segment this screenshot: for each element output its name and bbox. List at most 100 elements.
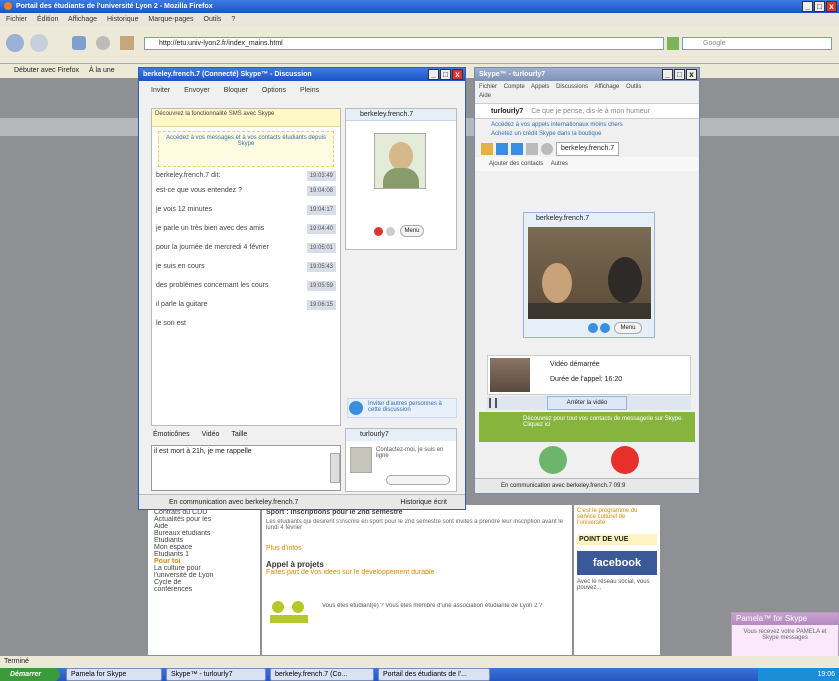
start-button[interactable]: Démarrer <box>0 668 60 681</box>
second-participant-menu[interactable] <box>386 475 450 485</box>
mail-icon[interactable] <box>481 143 493 155</box>
left-link[interactable]: Aide <box>154 523 254 530</box>
promo-text[interactable]: Accédez à vos messages et à vos contacts… <box>166 135 326 147</box>
video-settings-icon[interactable] <box>600 323 610 333</box>
left-link[interactable]: l'université de Lyon <box>154 572 254 579</box>
mood-text[interactable]: Ce que je pense, dis-le à mon humeur <box>531 108 650 115</box>
skype-menu-affichage[interactable]: Affichage <box>594 84 619 90</box>
bookmark-debuter[interactable]: Débuter avec Firefox <box>14 67 79 74</box>
clock: 19:06 <box>817 671 835 678</box>
home-icon[interactable] <box>120 36 134 50</box>
taskbar-item-skype[interactable]: Skype™ - turlourly7 <box>166 668 266 681</box>
video-record-icon[interactable] <box>588 323 598 333</box>
stop-video-button[interactable]: Arrêter la vidéo <box>547 396 627 410</box>
menu-outils[interactable]: Outils <box>204 16 222 23</box>
left-link[interactable]: Étudiants 1 <box>154 551 254 558</box>
left-link[interactable]: Contrats du CDD <box>154 509 254 516</box>
stop-icon[interactable] <box>96 36 110 50</box>
url-bar[interactable]: http://etu.univ-lyon2.fr/index_mains.htm… <box>144 37 664 50</box>
reload-icon[interactable] <box>72 36 86 50</box>
skype-menu-discussions[interactable]: Discussions <box>556 84 588 90</box>
user-name[interactable]: turlourly7 <box>491 108 523 115</box>
left-link[interactable]: Cycle de <box>154 579 254 586</box>
add-person-icon[interactable] <box>349 401 363 415</box>
contacts-icon[interactable] <box>496 143 508 155</box>
invite-button[interactable]: Inviter <box>151 81 170 101</box>
menu-affichage[interactable]: Affichage <box>68 16 97 23</box>
skype-menu-outils[interactable]: Outils <box>626 84 641 90</box>
active-tab[interactable]: berkeley.french.7 <box>556 142 620 156</box>
link-text[interactable]: Accédez à vos appels internationaux moin… <box>491 122 623 128</box>
history-link[interactable]: Historique écrit <box>400 495 447 510</box>
fullscreen-button[interactable]: Pleins <box>300 81 319 101</box>
font-size-button[interactable]: Taille <box>231 431 247 443</box>
maximize-icon[interactable]: □ <box>674 69 685 80</box>
close-icon[interactable]: x <box>686 69 697 80</box>
menu-fichier[interactable]: Fichier <box>6 16 27 23</box>
back-icon[interactable] <box>6 34 24 52</box>
menu-aide[interactable]: ? <box>231 16 235 23</box>
forward-icon[interactable] <box>30 34 48 52</box>
minimize-icon[interactable]: _ <box>428 69 439 80</box>
minimize-icon[interactable]: _ <box>662 69 673 80</box>
send-button[interactable]: Envoyer <box>184 81 210 101</box>
chat-time: 19:04:40 <box>306 224 336 234</box>
answer-call-icon[interactable] <box>539 446 567 474</box>
more-button[interactable]: Autres <box>551 161 568 167</box>
emoticons-button[interactable]: Émoticônes <box>153 431 190 443</box>
skype-menu-appels[interactable]: Appels <box>531 84 549 90</box>
start-label: Démarrer <box>10 671 42 678</box>
message-input[interactable]: il est mort à 21h, je me rappelle <box>151 445 341 491</box>
maximize-icon[interactable]: □ <box>440 69 451 80</box>
menu-edition[interactable]: Édition <box>37 16 58 23</box>
notice-text[interactable]: Découvrez la fonctionnalité SMS avec Sky… <box>155 111 274 117</box>
clock-icon[interactable] <box>541 143 553 155</box>
left-link[interactable]: Actualités pour les <box>154 516 254 523</box>
search-input[interactable]: Google <box>682 37 832 50</box>
skype-menu-fichier[interactable]: Fichier <box>479 84 497 90</box>
message-list: 19:03:49 berkeley.french.7 dit: 19:04:08 e… <box>152 171 340 329</box>
participant-menu-button[interactable]: Menu <box>400 225 424 237</box>
mute-icon[interactable] <box>386 227 395 236</box>
options-button[interactable]: Options <box>262 81 286 101</box>
block-button[interactable]: Bloquer <box>224 81 248 101</box>
left-link[interactable]: Étudiants <box>154 537 254 544</box>
skype-menu-aide[interactable]: Aide <box>479 93 491 99</box>
more-info-link[interactable]: Plus d'infos <box>266 545 568 552</box>
phone-icon[interactable] <box>511 143 523 155</box>
minimize-icon[interactable]: _ <box>802 1 813 12</box>
pause-icon[interactable] <box>489 398 497 408</box>
taskbar-item-firefox[interactable]: Portail des étudiants de l'... <box>378 668 490 681</box>
left-link[interactable]: Pour toi <box>154 558 254 565</box>
end-call-icon[interactable] <box>374 227 383 236</box>
add-contact-button[interactable]: Ajouter des contacts <box>489 161 543 167</box>
send-message-button[interactable] <box>330 453 340 483</box>
history-icon[interactable] <box>526 143 538 155</box>
right-col-text[interactable]: C'est le programme du service culturel d… <box>577 508 657 520</box>
left-link[interactable]: La culture pour <box>154 565 254 572</box>
menu-historique[interactable]: Historique <box>107 16 139 23</box>
go-button[interactable] <box>667 37 679 50</box>
video-menu-button[interactable]: Menu <box>614 322 642 334</box>
menu-marque-pages[interactable]: Marque-pages <box>148 16 193 23</box>
close-icon[interactable]: x <box>452 69 463 80</box>
right-col-text[interactable]: l'université <box>577 520 657 526</box>
video-button[interactable]: Vidéo <box>202 431 220 443</box>
skype-promo-banner[interactable]: Découvrez pour tout vos contacts de mess… <box>479 412 695 442</box>
skype-menu-compte[interactable]: Compte <box>504 84 525 90</box>
chat-line: 19:05:43 je suis en cours <box>156 262 336 272</box>
message-input-value: il est mort à 21h, je me rappelle <box>154 448 252 455</box>
link-text[interactable]: Achetez un crédit Skype dans la boutique <box>491 131 601 137</box>
maximize-icon[interactable]: □ <box>814 1 825 12</box>
bookmark-a-la-une[interactable]: À la une <box>89 67 115 74</box>
close-icon[interactable]: x <box>826 1 837 12</box>
taskbar-item-chat[interactable]: berkeley.french.7 (Co... <box>270 668 374 681</box>
taskbar-item-pamela[interactable]: Pamela for Skype <box>66 668 162 681</box>
left-link[interactable]: conférences <box>154 586 254 593</box>
news-title[interactable]: Sport : inscriptions pour le 2nd semestr… <box>266 509 568 516</box>
hang-up-icon[interactable] <box>611 446 639 474</box>
facebook-banner[interactable]: facebook <box>577 551 657 575</box>
left-link[interactable]: Bureaux étudiants <box>154 530 254 537</box>
invite-people-link[interactable]: Inviter d'autres personnes à cette discu… <box>347 398 457 418</box>
left-link[interactable]: Mon espace <box>154 544 254 551</box>
